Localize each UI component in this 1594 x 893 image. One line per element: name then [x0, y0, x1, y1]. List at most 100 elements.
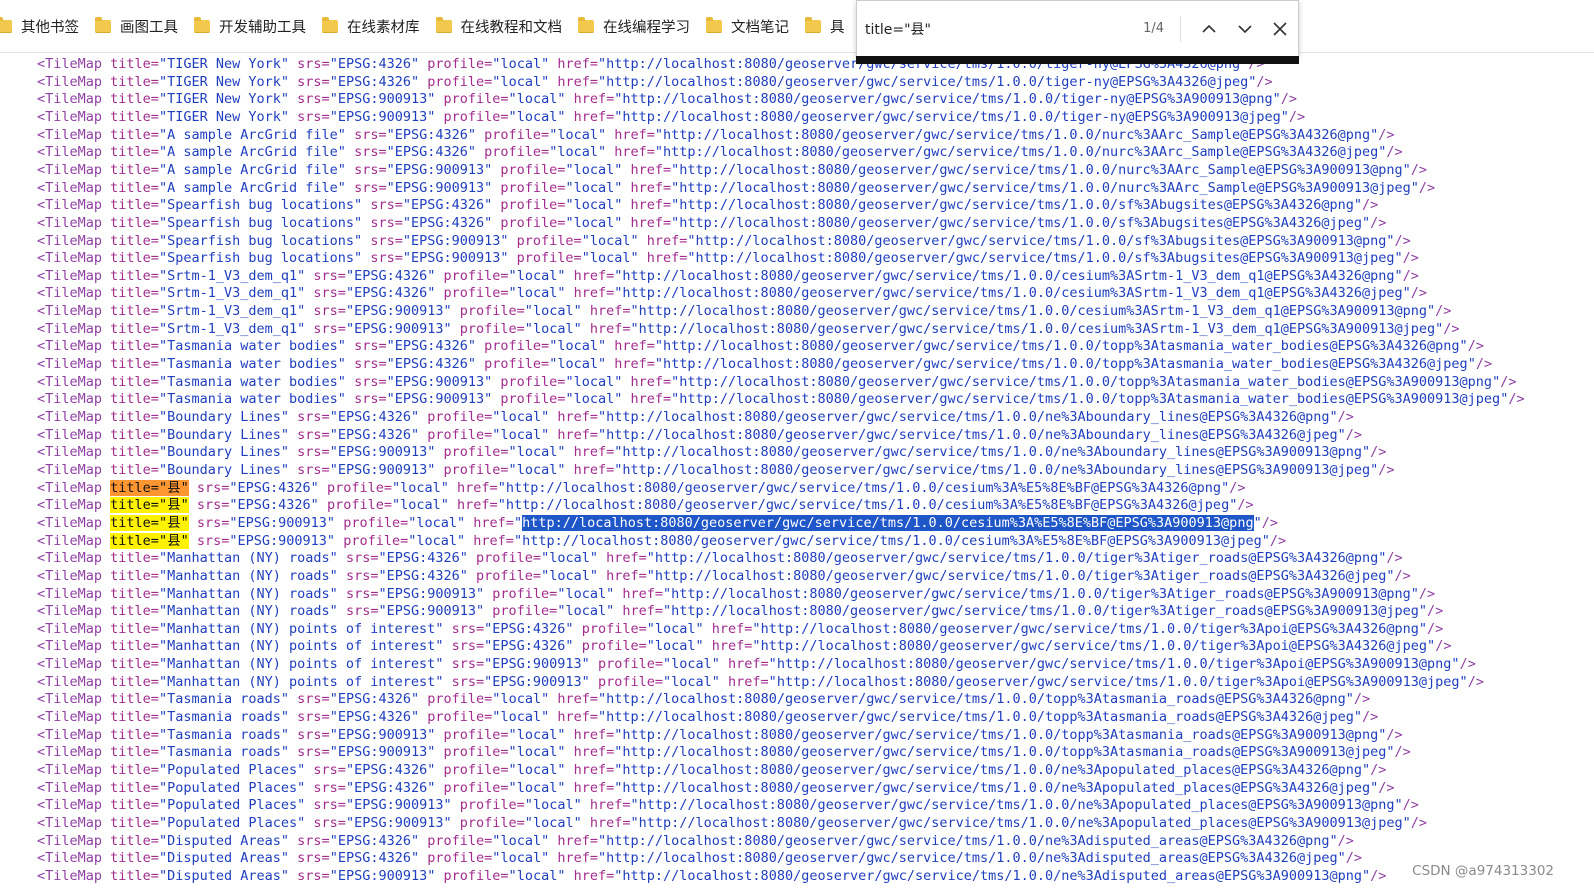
attr-name: title= — [110, 108, 159, 125]
tilemap-line: <TileMap title="Boundary Lines" srs="EPS… — [37, 426, 1362, 444]
tag-name: <TileMap — [37, 108, 103, 125]
bookmark-folder[interactable]: 在线素材库 — [316, 9, 430, 43]
tilemap-line: <TileMap title="A sample ArcGrid file" s… — [37, 143, 1403, 161]
tilemap-href: http://localhost:8080/geoserver/gwc/serv… — [622, 779, 1371, 796]
tag-close: /> — [1427, 620, 1444, 637]
attr-value: "http://localhost:8080/geoserver/gwc/ser… — [598, 426, 1346, 443]
tilemap-profile: local — [565, 585, 607, 602]
attr-value: "http://localhost:8080/geoserver/gwc/ser… — [598, 73, 1257, 90]
tilemap-srs: EPSG:4326 — [337, 691, 411, 708]
tilemap-profile: local — [500, 73, 542, 90]
tag-name: <TileMap — [37, 779, 103, 796]
attr-value: "EPSG:900913" — [386, 391, 493, 408]
find-input[interactable] — [857, 19, 1115, 38]
attr-name: title= — [110, 656, 159, 673]
tag-close: /> — [1435, 303, 1452, 320]
tag-close: /> — [1427, 603, 1444, 620]
tag-name: <TileMap — [37, 603, 103, 620]
attr-name: title= — [110, 461, 159, 478]
tilemap-profile: local — [532, 303, 574, 320]
tilemap-profile: local — [557, 356, 598, 373]
attr-value: "EPSG:900913" — [378, 603, 485, 620]
tilemap-title: A sample ArcGrid file — [167, 161, 338, 178]
attr-name: title= — [110, 73, 159, 90]
bookmark-folder[interactable]: 在线编程学习 — [572, 9, 700, 43]
tilemap-srs: EPSG:4326 — [237, 479, 311, 496]
attr-value: "http://localhost:8080/geoserver/gwc/ser… — [614, 461, 1379, 478]
attr-value: "local" — [408, 532, 466, 549]
attr-value: "http://localhost:8080/geoserver/gwc/ser… — [513, 532, 1270, 549]
bookmark-folder[interactable]: 其他书签 — [0, 9, 89, 43]
tilemap-profile: local — [557, 338, 598, 355]
tilemap-title: Tasmania roads — [167, 744, 281, 761]
bookmark-label: 在线教程和文档 — [460, 19, 563, 36]
tilemap-srs: EPSG:4326 — [394, 356, 468, 373]
tilemap-line: <TileMap title="Populated Places" srs="E… — [37, 796, 1419, 814]
attr-name: profile= — [443, 91, 509, 108]
attr-value: "local" — [565, 373, 623, 390]
tilemap-line: <TileMap title="Disputed Areas" srs="EPS… — [37, 832, 1354, 850]
tilemap-title: Manhattan (NY) points of interest — [167, 673, 436, 690]
attr-name: profile= — [343, 532, 409, 549]
attr-value: "Disputed Areas" — [158, 867, 290, 884]
tag-name: <TileMap — [37, 867, 103, 884]
attr-value: "http://localhost:8080/geoserver/gwc/ser… — [598, 409, 1338, 425]
attr-value: "EPSG:4326" — [386, 144, 477, 161]
attr-name: title= — [110, 850, 159, 867]
attr-value: "local" — [565, 161, 623, 178]
attr-value: "Spearfish bug locations" — [158, 250, 363, 267]
tag-name: <TileMap — [37, 250, 103, 267]
tag-close: /> — [1337, 409, 1354, 425]
attr-value: "http://localhost:8080/geoserver/gwc/ser… — [614, 744, 1395, 761]
attr-name: profile= — [484, 356, 550, 373]
tilemap-href: http://localhost:8080/geoserver/gwc/serv… — [654, 567, 1387, 584]
tilemap-title: TIGER New York — [167, 91, 281, 108]
tilemap-title: Populated Places — [167, 762, 298, 778]
tilemap-title: Tasmania water bodies — [167, 356, 338, 373]
tilemap-profile: local — [557, 126, 598, 143]
folder-icon — [578, 16, 594, 33]
attr-value: "http://localhost:8080/geoserver/gwc/ser… — [663, 603, 1428, 620]
tag-close: /> — [1508, 391, 1525, 408]
attr-name: href= — [573, 779, 615, 796]
tilemap-line: <TileMap title="Srtm-1_V3_dem_q1" srs="E… — [37, 302, 1451, 320]
chevron-up-icon[interactable] — [1191, 11, 1227, 47]
attr-name: srs= — [196, 514, 230, 531]
tilemap-line: <TileMap title="Tasmania roads" srs="EPS… — [37, 726, 1403, 744]
attr-name: title= — [110, 691, 159, 708]
tilemap-line: <TileMap title="Srtm-1_V3_dem_q1" srs="E… — [37, 320, 1460, 338]
attr-value: "Manhattan (NY) points of interest" — [158, 638, 444, 655]
bookmark-folder[interactable]: 具 — [799, 9, 855, 43]
close-icon[interactable] — [1262, 11, 1298, 47]
attr-value: "local" — [508, 726, 566, 743]
tilemap-profile: local — [500, 850, 542, 867]
attr-name: title= — [110, 673, 159, 690]
bookmark-label: 在线素材库 — [347, 19, 420, 36]
chevron-down-icon[interactable] — [1227, 11, 1263, 47]
tag-close: /> — [1353, 691, 1371, 708]
tag-close: /> — [1394, 567, 1411, 584]
attr-name: href= — [614, 356, 655, 373]
attr-value: "http://localhost:8080/geoserver/gwc/ser… — [598, 832, 1338, 849]
tag-name: <TileMap — [37, 656, 103, 673]
tilemap-srs: EPSG:900913 — [354, 303, 444, 320]
attr-name: srs= — [451, 673, 485, 690]
attr-name: srs= — [354, 144, 387, 161]
attr-name: srs= — [313, 779, 346, 796]
bookmark-folder[interactable]: 文档笔记 — [700, 9, 799, 43]
tilemap-line: <TileMap title="县" srs="EPSG:4326" profi… — [37, 479, 1245, 497]
bookmark-folder[interactable]: 开发辅助工具 — [188, 9, 316, 43]
attr-name: href= — [614, 338, 655, 355]
attr-name: srs= — [345, 603, 379, 620]
tilemap-profile: local — [500, 691, 542, 708]
bookmark-folder[interactable]: 画图工具 — [89, 9, 188, 43]
attr-value: "EPSG:4326" — [329, 850, 420, 867]
tilemap-profile: local — [516, 444, 558, 461]
tilemap-srs: EPSG:900913 — [394, 373, 485, 390]
tilemap-profile: local — [573, 373, 615, 390]
bookmark-folder[interactable]: 在线教程和文档 — [430, 9, 573, 43]
attr-name: href= — [557, 56, 598, 72]
attr-value: "local" — [508, 267, 566, 284]
tilemap-line: <TileMap title="Srtm-1_V3_dem_q1" srs="E… — [37, 267, 1419, 285]
tag-name: <TileMap — [37, 73, 103, 90]
